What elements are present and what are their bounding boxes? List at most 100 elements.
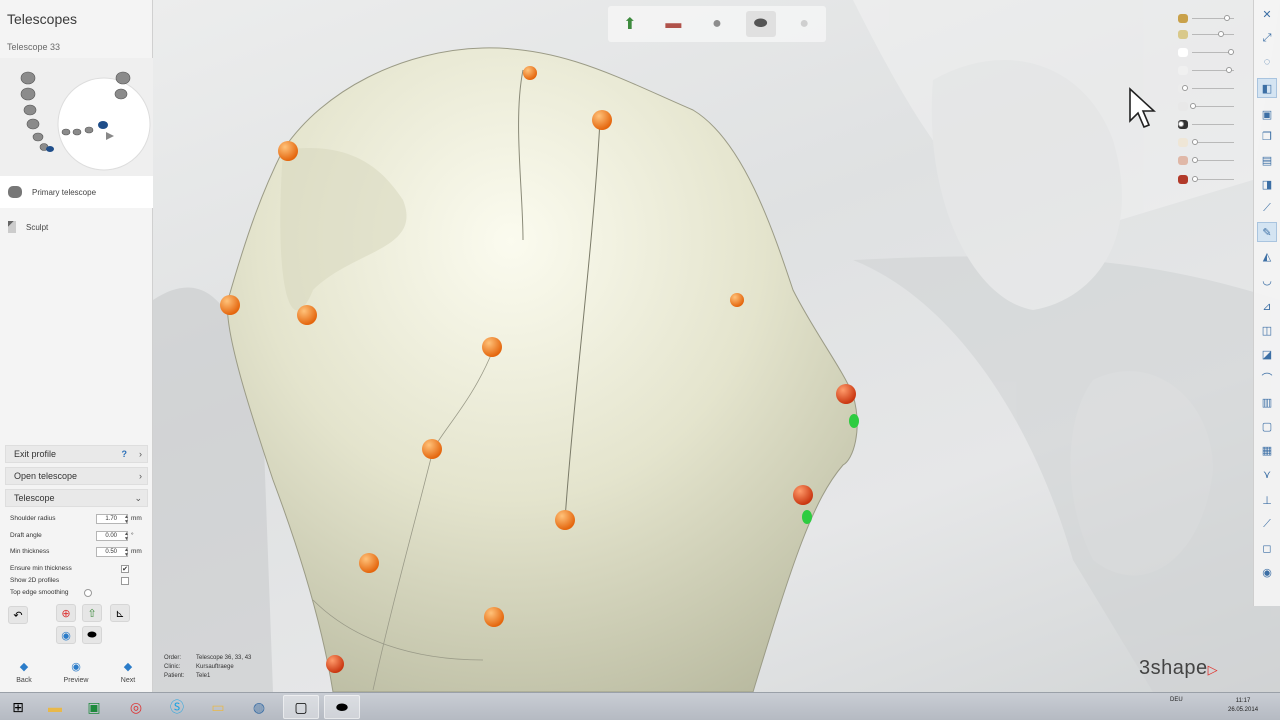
scene: [153, 0, 1280, 692]
ensure-min-thickness-checkbox[interactable]: ✔: [121, 565, 129, 573]
telescope-section[interactable]: Telescope ⌄: [5, 489, 148, 507]
layer-slider[interactable]: [1178, 14, 1236, 24]
explorer-icon[interactable]: ▬: [37, 695, 73, 719]
model-view-icon[interactable]: ▬: [658, 11, 688, 37]
excel-icon[interactable]: ▣: [76, 695, 112, 719]
clip-icon[interactable]: ⌒: [1257, 368, 1277, 388]
3d-viewport[interactable]: [153, 0, 1280, 692]
skype-icon[interactable]: Ⓢ: [159, 695, 195, 719]
tool-icon[interactable]: ⟋: [1257, 198, 1277, 218]
cube-icon[interactable]: ▣: [1257, 104, 1277, 124]
telescope-icon: [8, 186, 22, 198]
pen-icon[interactable]: ⟋: [1257, 514, 1277, 534]
open-telescope-section[interactable]: Open telescope ›: [5, 467, 148, 485]
control-point: [220, 295, 240, 315]
preview-label: Preview: [63, 677, 89, 684]
panel-icon[interactable]: ▥: [1257, 392, 1277, 412]
chevron-right-icon: ›: [139, 471, 142, 481]
frame-icon[interactable]: ▢: [1257, 416, 1277, 436]
cross-section-icon[interactable]: ◫: [1257, 320, 1277, 340]
undo-icon[interactable]: ↶: [8, 606, 28, 624]
layer-slider[interactable]: [1178, 30, 1236, 40]
exit-profile-section[interactable]: Exit profile ? ›: [5, 445, 148, 463]
layer-slider[interactable]: [1178, 156, 1236, 166]
chevron-down-icon: ⌄: [134, 493, 142, 503]
chrome-icon[interactable]: ◎: [118, 695, 154, 719]
telescope-app-icon[interactable]: ⬬: [324, 695, 360, 719]
snapshot-icon[interactable]: ◪: [1257, 344, 1277, 364]
measure-icon[interactable]: ⊿: [1257, 296, 1277, 316]
mouse-cursor-icon: [1129, 87, 1156, 129]
spinner-icon[interactable]: ▲ ▼: [124, 515, 129, 525]
layer-slider[interactable]: [1178, 102, 1236, 112]
layer-slider[interactable]: [1178, 120, 1236, 130]
telescope-view-icon[interactable]: ●: [702, 11, 732, 37]
layer-slider[interactable]: [1178, 138, 1236, 148]
min-thickness-input[interactable]: 0.50 ▲ ▼: [96, 547, 129, 558]
spinner-icon[interactable]: ▲ ▼: [124, 548, 129, 558]
control-point: [484, 607, 504, 627]
insertion-icon[interactable]: ⇧: [82, 604, 102, 622]
layer-slider[interactable]: [1178, 48, 1236, 58]
step-label: Sculpt: [26, 222, 49, 232]
left-panel: Telescopes Telescope 33 Primary telescop…: [0, 0, 153, 692]
network-icon[interactable]: ◍: [241, 695, 277, 719]
draft-icon[interactable]: ⊾: [110, 604, 130, 622]
back-button[interactable]: ◆ Back: [4, 660, 44, 684]
view-icon[interactable]: ◧: [1257, 78, 1277, 98]
step-primary-telescope[interactable]: Primary telescope: [0, 176, 153, 208]
draft-angle-input[interactable]: 0.00 ▲ ▼: [96, 531, 129, 542]
shoulder-radius-input[interactable]: 1.70 ▲ ▼: [96, 514, 129, 525]
anchor-icon[interactable]: ⊥: [1257, 490, 1277, 510]
view-tooth-icon[interactable]: ◉: [56, 626, 76, 644]
3shape-logo: 3shape▷: [1139, 657, 1218, 680]
book-icon[interactable]: ▦: [1257, 440, 1277, 460]
telescope-model: [226, 47, 858, 692]
palette-icon[interactable]: ◉: [1257, 562, 1277, 582]
system-tray[interactable]: DEU: [1170, 697, 1183, 703]
folder-icon[interactable]: ▭: [200, 695, 236, 719]
add-point-icon[interactable]: ⊕: [56, 604, 76, 622]
fullscreen-icon[interactable]: ⤢: [1257, 28, 1277, 48]
show-2d-profiles-checkbox[interactable]: [121, 577, 129, 585]
crown-view-icon[interactable]: ⬬: [745, 11, 776, 37]
insertion-direction-icon[interactable]: ⬆: [615, 11, 645, 37]
param-unit: mm: [131, 548, 142, 555]
preview-button[interactable]: ◉ Preview: [56, 660, 96, 684]
close-icon[interactable]: ✕: [1257, 4, 1277, 24]
help-icon[interactable]: ?: [122, 446, 128, 463]
next-button[interactable]: ◆ Next: [108, 660, 148, 684]
dental-system-icon[interactable]: ▢: [283, 695, 319, 719]
param-label: Shoulder radius: [10, 515, 56, 522]
wax-knife-icon[interactable]: ◭: [1257, 246, 1277, 266]
clinic-value: Kursauftraege: [196, 664, 234, 670]
layer-slider[interactable]: [1178, 66, 1236, 76]
clock[interactable]: 11:17 26.05.2014: [1228, 697, 1258, 715]
copy-icon[interactable]: ❐: [1257, 126, 1277, 146]
layer-slider[interactable]: [1178, 84, 1236, 94]
telescope-tool-icon[interactable]: ⬬: [82, 626, 102, 644]
tooth-selector-minimap[interactable]: [0, 58, 153, 176]
language-indicator[interactable]: DEU: [1170, 697, 1183, 703]
transparency-view-icon[interactable]: ●: [789, 11, 819, 37]
top-edge-smoothing-toggle[interactable]: [84, 589, 92, 597]
step-sculpt[interactable]: Sculpt: [0, 211, 153, 243]
shoulder-radius-row: Shoulder radius 1.70 ▲ ▼ mm: [10, 512, 144, 526]
draft-angle-row: Draft angle 0.00 ▲ ▼ °: [10, 529, 144, 543]
layer-slider[interactable]: [1178, 175, 1236, 185]
smooth-icon[interactable]: ◡: [1257, 270, 1277, 290]
layers-icon[interactable]: ▤: [1257, 150, 1277, 170]
right-toolbar: ✕ ⤢ ◌ ◧ ▣ ❐ ▤ ◨ ⟋ ✎ ◭ ◡ ⊿ ◫ ◪ ⌒ ▥ ▢ ▦ ⋎ …: [1253, 0, 1280, 606]
next-label: Next: [120, 677, 136, 684]
top-edge-smoothing-row: Top edge smoothing: [10, 586, 144, 600]
sculpt-icon[interactable]: ✎: [1257, 222, 1277, 242]
windows-start-icon[interactable]: ⊞: [0, 695, 36, 719]
panel-title: Telescopes: [7, 11, 78, 27]
logo-text: 3shape: [1139, 657, 1208, 679]
bite-icon[interactable]: ⋎: [1257, 464, 1277, 484]
spinner-icon[interactable]: ▲ ▼: [124, 532, 129, 542]
settings-icon[interactable]: ◌: [1257, 52, 1277, 72]
control-point: [278, 141, 298, 161]
box-icon[interactable]: ◨: [1257, 174, 1277, 194]
tray-icon[interactable]: ◻: [1257, 538, 1277, 558]
